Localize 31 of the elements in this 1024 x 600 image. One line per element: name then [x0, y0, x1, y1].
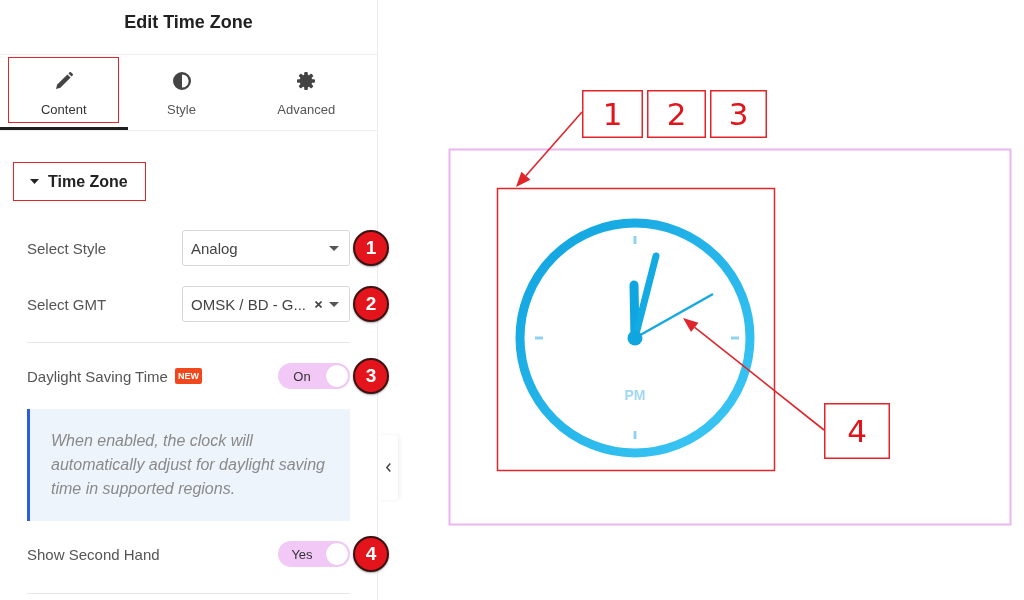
pencil-icon	[54, 72, 73, 90]
clear-icon	[315, 300, 322, 308]
step-number: 1	[353, 230, 389, 266]
tab[interactable]: Style	[127, 55, 236, 130]
step-number: 2	[353, 286, 389, 322]
section-header[interactable]: Time Zone	[13, 162, 146, 201]
select-field[interactable]: Analog	[182, 230, 350, 266]
callout-number: 2	[647, 90, 706, 138]
info-note: When enabled, the clock will automatically adjust for daylight saving time in supported regions.	[27, 409, 350, 521]
field-label: Show Second Hand	[27, 545, 160, 563]
select-field[interactable]: OMSK / BD - G...	[182, 286, 350, 322]
field-label: Daylight Saving Time	[27, 367, 168, 385]
callout-number: 3	[710, 90, 767, 138]
caret-icon	[329, 301, 339, 307]
toggle-switch[interactable]: On	[278, 363, 350, 389]
field-label: Select GMT	[27, 295, 107, 313]
collapse-handle[interactable]	[378, 435, 398, 500]
chevron-left-icon	[385, 463, 391, 472]
toggle-switch[interactable]: Yes	[278, 541, 350, 567]
callout-number: 1	[582, 90, 643, 138]
tab[interactable]: Advanced	[235, 55, 377, 130]
new-label: NEW	[174, 368, 202, 384]
callout-number: 4	[824, 403, 890, 459]
step-number: 4	[353, 536, 389, 572]
meridiem-label: PM	[624, 387, 646, 403]
panel-title: Edit Time Zone	[124, 11, 253, 33]
caret-icon	[329, 245, 339, 251]
step-number: 3	[353, 358, 389, 394]
field-label: Select Style	[27, 239, 107, 257]
gear-icon	[297, 72, 316, 90]
contrast-icon	[172, 72, 191, 90]
